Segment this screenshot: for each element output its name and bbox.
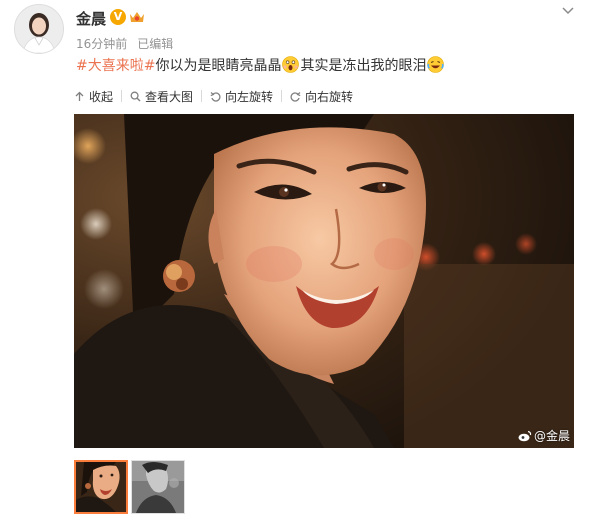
collapse-icon	[75, 91, 84, 101]
avatar[interactable]	[14, 4, 64, 54]
edited-label[interactable]: 已编辑	[137, 37, 173, 51]
weibo-icon	[518, 430, 532, 441]
rotate-right-button[interactable]: 向右旋转	[290, 88, 353, 105]
toolbar-divider	[121, 90, 123, 102]
collapse-label: 收起	[89, 89, 114, 104]
verified-badge-icon: V	[110, 9, 126, 25]
laugh-cry-emoji-icon	[427, 56, 445, 73]
post-text: #大喜来啦#你以为是眼睛亮晶晶 其实是冻出我的眼泪	[76, 55, 445, 75]
rotate-left-icon	[210, 91, 221, 102]
rotate-left-label: 向左旋转	[225, 89, 274, 104]
photo-image	[74, 114, 574, 448]
view-large-button[interactable]: 查看大图	[130, 88, 193, 105]
thumbnail-1[interactable]	[74, 460, 128, 514]
post-time[interactable]: 16分钟前	[76, 37, 127, 51]
post-meta: 16分钟前 已编辑	[76, 35, 173, 52]
chevron-down-icon[interactable]	[561, 6, 575, 16]
watermark-text: @金晨	[533, 429, 570, 443]
view-large-label: 查看大图	[145, 89, 194, 104]
username[interactable]: 金晨	[76, 8, 106, 29]
image-toolbar: 收起 查看大图 向左旋转 向右旋转	[74, 87, 353, 105]
toolbar-divider	[281, 90, 283, 102]
member-icon[interactable]	[128, 9, 146, 25]
rotate-left-button[interactable]: 向左旋转	[210, 88, 273, 105]
photo-watermark: @金晨	[518, 427, 570, 444]
weibo-post-card: 金晨 V 16分钟前已编辑 #大喜来啦#你以为是眼睛亮晶晶 其实是冻出我的眼泪	[0, 0, 589, 520]
search-icon	[130, 91, 141, 101]
post-text-part-2: 其实是冻出我的眼泪	[300, 58, 427, 74]
post-text-part-1: 你以为是眼睛亮晶晶	[155, 58, 282, 74]
rotate-right-label: 向右旋转	[305, 89, 354, 104]
post-photo[interactable]: @金晨	[74, 114, 574, 448]
thumbnail-2[interactable]	[131, 460, 185, 514]
toolbar-divider	[201, 90, 203, 102]
shocked-emoji-icon	[282, 56, 300, 73]
hashtag-link[interactable]: #大喜来啦#	[76, 58, 155, 74]
rotate-right-icon	[290, 91, 301, 102]
collapse-button[interactable]: 收起	[74, 88, 113, 105]
